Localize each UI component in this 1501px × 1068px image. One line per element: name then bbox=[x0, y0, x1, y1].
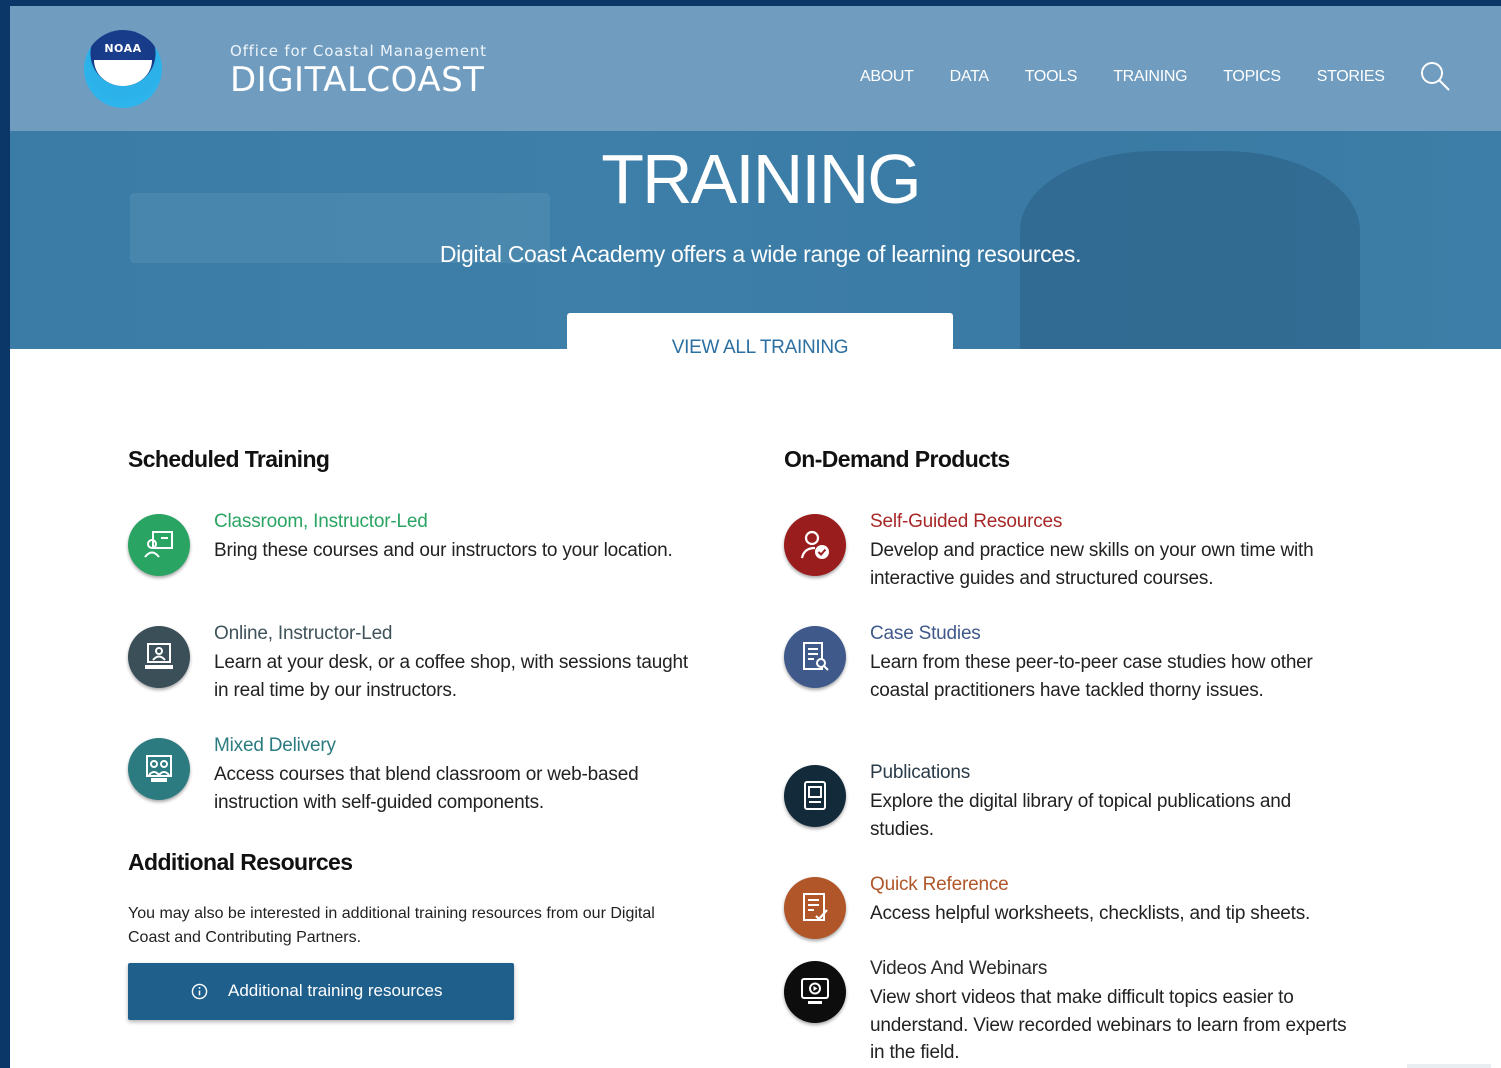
item-title[interactable]: Quick Reference bbox=[870, 874, 1009, 896]
checklist-icon bbox=[784, 877, 846, 939]
item-title[interactable]: Videos And Webinars bbox=[870, 958, 1047, 980]
item-description: Bring these courses and our instructors … bbox=[214, 540, 673, 561]
view-all-training-button[interactable]: VIEW ALL TRAINING bbox=[567, 313, 953, 373]
nav-topics[interactable]: TOPICS bbox=[1223, 68, 1281, 86]
logo-text: NOAA bbox=[104, 42, 142, 55]
item-description: Access courses that blend classroom or w… bbox=[214, 764, 639, 813]
video-icon bbox=[784, 961, 846, 1023]
brand-title[interactable]: DIGITALCOAST bbox=[230, 60, 484, 100]
noaa-logo[interactable]: NOAA bbox=[84, 30, 162, 108]
info-icon bbox=[191, 983, 208, 1000]
self-guided-icon bbox=[784, 514, 846, 576]
item-title[interactable]: Self-Guided Resources bbox=[870, 511, 1062, 533]
item-title[interactable]: Publications bbox=[870, 762, 970, 784]
nav-training[interactable]: TRAINING bbox=[1113, 68, 1187, 86]
item-title[interactable]: Online, Instructor-Led bbox=[214, 623, 393, 645]
item-title[interactable]: Case Studies bbox=[870, 623, 981, 645]
nav-data[interactable]: DATA bbox=[950, 68, 989, 86]
main-nav: ABOUT DATA TOOLS TRAINING TOPICS STORIES bbox=[860, 68, 1421, 86]
page-title: TRAINING bbox=[601, 140, 921, 218]
page: NOAA Office for Coastal Management DIGIT… bbox=[10, 6, 1501, 1068]
mixed-delivery-icon bbox=[128, 738, 190, 800]
hero-subtitle: Digital Coast Academy offers a wide rang… bbox=[439, 241, 1082, 267]
button-label: Additional training resources bbox=[228, 981, 443, 1000]
nav-stories[interactable]: STORIES bbox=[1317, 68, 1385, 86]
on-demand-heading: On-Demand Products bbox=[784, 446, 1010, 472]
additional-resources-heading: Additional Resources bbox=[128, 849, 353, 875]
additional-training-button[interactable]: Additional training resources bbox=[128, 963, 514, 1020]
item-description: Learn at your desk, or a coffee shop, wi… bbox=[214, 652, 688, 701]
site-header: NOAA Office for Coastal Management DIGIT… bbox=[10, 6, 1501, 131]
item-description: View short videos that make difficult to… bbox=[870, 987, 1347, 1063]
online-instructor-icon bbox=[128, 626, 190, 688]
logo-wing-shape bbox=[94, 60, 152, 86]
item-title[interactable]: Classroom, Instructor-Led bbox=[214, 511, 428, 533]
classroom-icon bbox=[128, 514, 190, 576]
item-description: Learn from these peer-to-peer case studi… bbox=[870, 652, 1313, 701]
publication-icon bbox=[784, 765, 846, 827]
brand-org[interactable]: Office for Coastal Management bbox=[230, 42, 487, 60]
item-title[interactable]: Mixed Delivery bbox=[214, 735, 336, 757]
scheduled-training-heading: Scheduled Training bbox=[128, 446, 330, 472]
case-study-icon bbox=[784, 626, 846, 688]
nav-tools[interactable]: TOOLS bbox=[1025, 68, 1078, 86]
search-icon[interactable] bbox=[1419, 60, 1451, 92]
scroll-indicator bbox=[1407, 1064, 1491, 1068]
item-description: Develop and practice new skills on your … bbox=[870, 540, 1314, 589]
nav-about[interactable]: ABOUT bbox=[860, 68, 914, 86]
item-description: Access helpful worksheets, checklists, a… bbox=[870, 903, 1311, 924]
item-description: Explore the digital library of topical p… bbox=[870, 791, 1291, 840]
additional-resources-text: You may also be interested in additional… bbox=[128, 905, 655, 946]
